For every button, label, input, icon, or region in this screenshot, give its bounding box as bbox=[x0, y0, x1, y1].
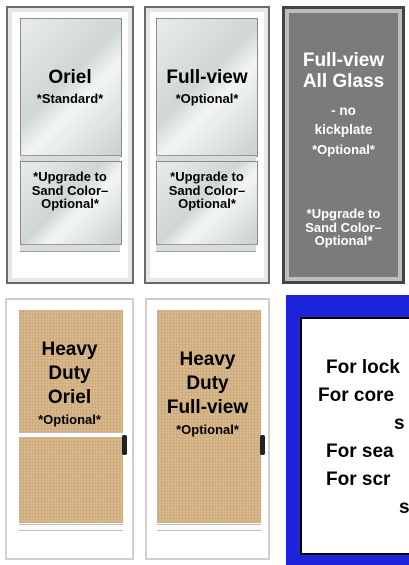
heavy-duty-full-view-door: Heavy Duty Full-view *Optional* bbox=[145, 298, 270, 560]
heavy-duty-full-view-title-line1: Heavy bbox=[179, 349, 236, 370]
full-view-upgrade: *Upgrade to Sand Color– Optional* bbox=[168, 169, 246, 212]
info-box bbox=[300, 317, 409, 555]
all-glass-door: Full-view All Glass - no kickplate *Opti… bbox=[282, 6, 405, 284]
heavy-duty-oriel-bottom-rail bbox=[19, 524, 123, 531]
full-view-bottom-rail bbox=[156, 244, 256, 252]
full-view-title: Full-view bbox=[166, 67, 248, 88]
info-line-6: s bbox=[399, 497, 409, 518]
heavy-duty-full-view-bottom-rail bbox=[157, 524, 261, 531]
door-handle-icon bbox=[260, 435, 265, 455]
heavy-duty-full-view-note: *Optional* bbox=[176, 422, 239, 437]
all-glass-upgrade: *Upgrade to Sand Color– Optional* bbox=[305, 206, 382, 249]
info-line-4: For sea bbox=[326, 441, 394, 462]
heavy-duty-full-view-title-line3: Full-view bbox=[166, 397, 249, 418]
heavy-duty-oriel-door: Heavy Duty Oriel *Optional* bbox=[5, 298, 134, 560]
heavy-duty-oriel-title-line1: Heavy bbox=[41, 339, 98, 360]
heavy-duty-oriel-title-line2: Duty bbox=[48, 363, 91, 384]
all-glass-title-line1: Full-view bbox=[302, 50, 385, 71]
oriel-title: Oriel bbox=[48, 67, 92, 88]
oriel-note: *Standard* bbox=[36, 91, 104, 106]
oriel-bottom-rail bbox=[20, 244, 120, 252]
heavy-duty-full-view-title-line2: Duty bbox=[186, 373, 229, 394]
full-view-door: Full-view *Optional* *Upgrade to Sand Co… bbox=[144, 6, 270, 284]
heavy-duty-oriel-screen-lower bbox=[19, 437, 123, 523]
heavy-duty-oriel-title-line3: Oriel bbox=[47, 387, 92, 408]
oriel-upgrade: *Upgrade to Sand Color– Optional* bbox=[31, 169, 109, 212]
full-view-note: *Optional* bbox=[175, 91, 239, 106]
all-glass-title-line3: - no bbox=[331, 103, 356, 118]
info-line-2: For core bbox=[318, 385, 395, 406]
info-line-1: For lock bbox=[326, 357, 400, 378]
heavy-duty-oriel-note: *Optional* bbox=[38, 412, 101, 427]
info-line-3: s bbox=[394, 413, 405, 434]
all-glass-title-line4: kickplate bbox=[314, 122, 373, 137]
info-line-5: For scr bbox=[326, 469, 391, 490]
door-handle-icon bbox=[122, 435, 127, 455]
all-glass-note: *Optional* bbox=[312, 142, 375, 157]
all-glass-title-line2: All Glass bbox=[302, 71, 385, 92]
oriel-door: Oriel *Standard* *Upgrade to Sand Color–… bbox=[6, 6, 134, 284]
